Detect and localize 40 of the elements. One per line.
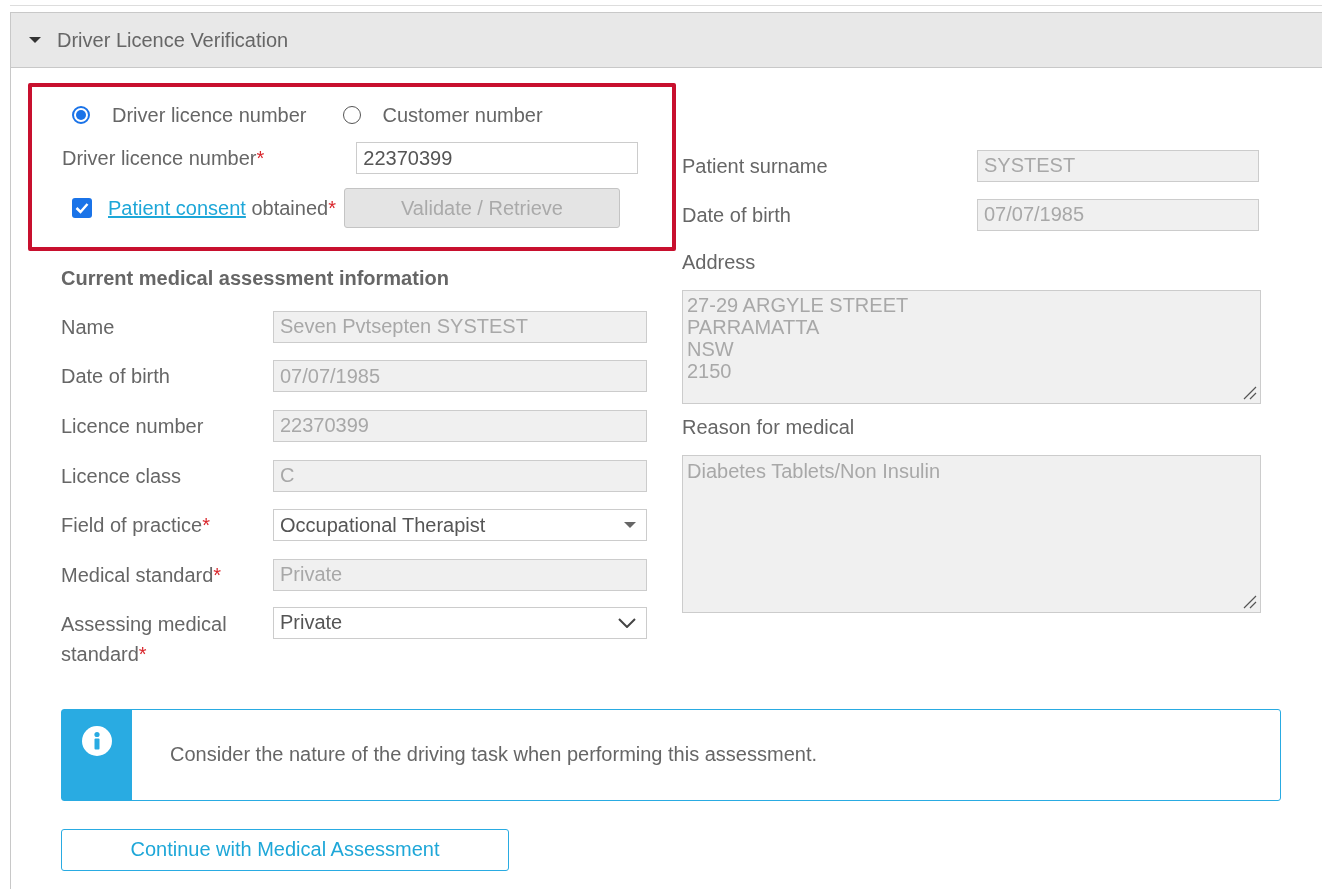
field-label: Field of practice* [61, 513, 211, 539]
resize-grip-icon[interactable] [1243, 386, 1257, 400]
readonly-field: C [273, 459, 647, 492]
readonly-field: Seven Pvtsepten SYSTEST [273, 310, 647, 343]
field-label: Reason for medical [682, 416, 856, 439]
info-icon [82, 725, 112, 756]
reason-textarea: Diabetes Tablets/Non Insulin [682, 455, 1261, 613]
field-label: Licence number [61, 414, 205, 439]
address-textarea: 27-29 ARGYLE STREET PARRAMATTA NSW 2150 [682, 290, 1261, 404]
readonly-field: Private [273, 558, 647, 591]
panel-header[interactable]: Driver Licence Verification [11, 13, 1322, 68]
consent-link[interactable]: Patient consent [108, 196, 246, 219]
readonly-field: 07/07/1985 [273, 360, 647, 393]
field-label: Date of birth [61, 364, 171, 390]
field-label: Assessing medical standard* [61, 611, 228, 667]
field-label: Driver licence number* [62, 146, 265, 171]
field-label: Date of birth [682, 202, 792, 228]
field-label: Patient surname [682, 153, 829, 179]
readonly-field: SYSTEST [977, 149, 1259, 182]
notice-text: Consider the nature of the driving task when performing this assessment. [170, 743, 817, 767]
readonly-field: 22370399 [273, 410, 647, 442]
licence-number-field[interactable]: 22370399 [356, 142, 639, 174]
panel-title: Driver Licence Verification [57, 28, 289, 52]
field-label: Licence class [61, 463, 183, 489]
section-heading: Current medical assessment information [61, 267, 450, 290]
field-label: Medical standard* [61, 562, 223, 588]
radio-button[interactable] [72, 106, 90, 124]
resize-grip-icon[interactable] [1243, 595, 1257, 609]
field-label: Address [682, 251, 757, 274]
readonly-field: 07/07/1985 [977, 198, 1259, 231]
radio-label: Customer number [382, 103, 543, 127]
checkbox[interactable] [72, 198, 92, 218]
chevron-icon [618, 617, 636, 628]
radio-label: Driver licence number [112, 103, 307, 127]
consent-label: Patient consent obtained* [108, 196, 336, 220]
continue-button[interactable]: Continue with Medical Assessment [61, 828, 509, 871]
dropdown[interactable]: Occupational Therapist [273, 509, 647, 542]
field-label: Name [61, 314, 116, 340]
caret-icon [624, 521, 636, 530]
dropdown[interactable]: Private [273, 606, 647, 639]
